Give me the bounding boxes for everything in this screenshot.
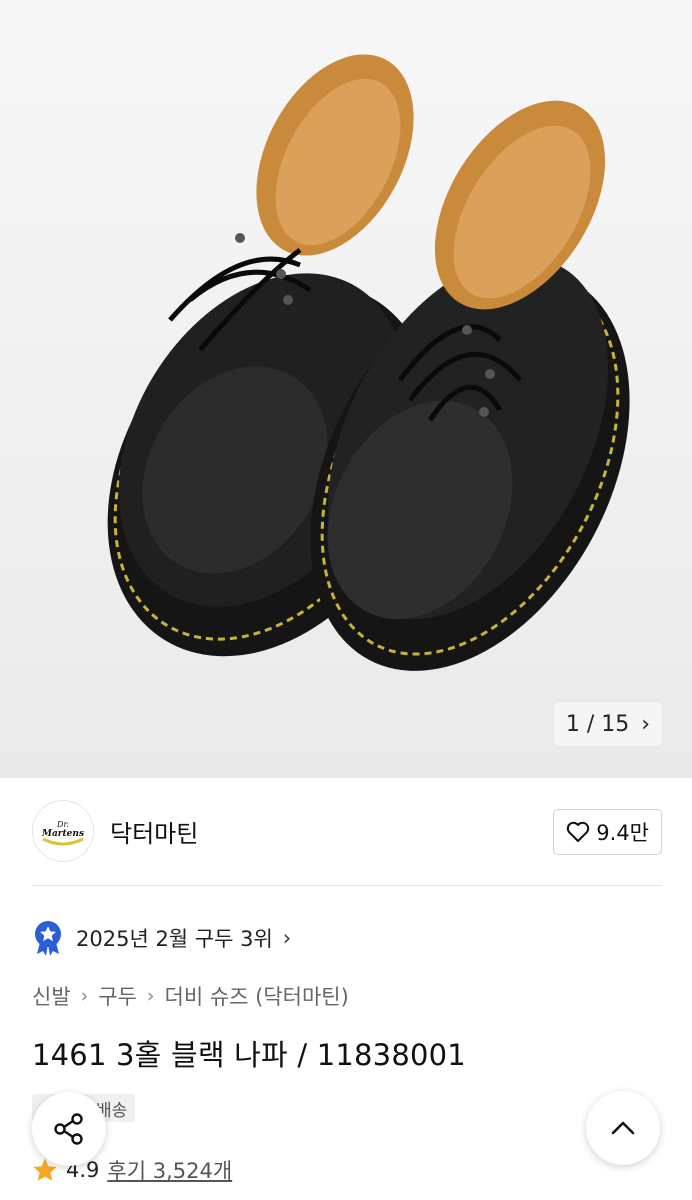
svg-text:Dr.: Dr. bbox=[56, 820, 69, 829]
brand-row: Dr. Martens 닥터마틴 9.4만 bbox=[32, 800, 662, 862]
breadcrumb: 신발 › 구두 › 더비 슈즈 (닥터마틴) bbox=[32, 981, 349, 1011]
chevron-right-icon: › bbox=[641, 711, 651, 737]
dr-martens-logo: Dr. Martens bbox=[41, 820, 84, 846]
gallery-counter-text: 1 / 15 bbox=[565, 711, 630, 737]
breadcrumb-item[interactable]: 신발 bbox=[32, 981, 71, 1011]
chevron-right-icon: › bbox=[80, 985, 89, 1007]
chevron-up-icon bbox=[611, 1121, 635, 1135]
product-title: 1461 3홀 블랙 나파 / 11838001 bbox=[32, 1038, 466, 1072]
shoes-illustration bbox=[107, 54, 630, 671]
ranking-text: 2025년 2월 구두 3위 bbox=[76, 927, 273, 951]
brand-name[interactable]: 닥터마틴 bbox=[110, 814, 198, 849]
breadcrumb-item[interactable]: 더비 슈즈 (닥터마틴) bbox=[165, 981, 349, 1011]
svg-text:Martens: Martens bbox=[41, 829, 84, 839]
like-count: 9.4만 bbox=[596, 821, 649, 845]
breadcrumb-item[interactable]: 구두 bbox=[98, 981, 137, 1011]
share-icon bbox=[54, 1113, 83, 1145]
chevron-right-icon: › bbox=[146, 985, 155, 1007]
brand-logo[interactable]: Dr. Martens bbox=[32, 800, 94, 862]
gallery-counter[interactable]: 1 / 15 › bbox=[554, 702, 662, 746]
share-button[interactable] bbox=[32, 1092, 106, 1166]
ranking-link[interactable]: 2025년 2월 구두 3위 › bbox=[32, 918, 291, 958]
like-button[interactable]: 9.4만 bbox=[553, 809, 662, 855]
ranking-badge-icon bbox=[35, 921, 61, 956]
scroll-to-top-button[interactable] bbox=[586, 1091, 660, 1165]
review-count-link[interactable]: 후기 3,524개 bbox=[107, 1155, 232, 1185]
heart-outline-icon bbox=[567, 821, 590, 842]
divider bbox=[32, 885, 662, 886]
chevron-right-icon: › bbox=[282, 926, 292, 950]
product-image[interactable]: 1 / 15 › bbox=[0, 0, 692, 778]
